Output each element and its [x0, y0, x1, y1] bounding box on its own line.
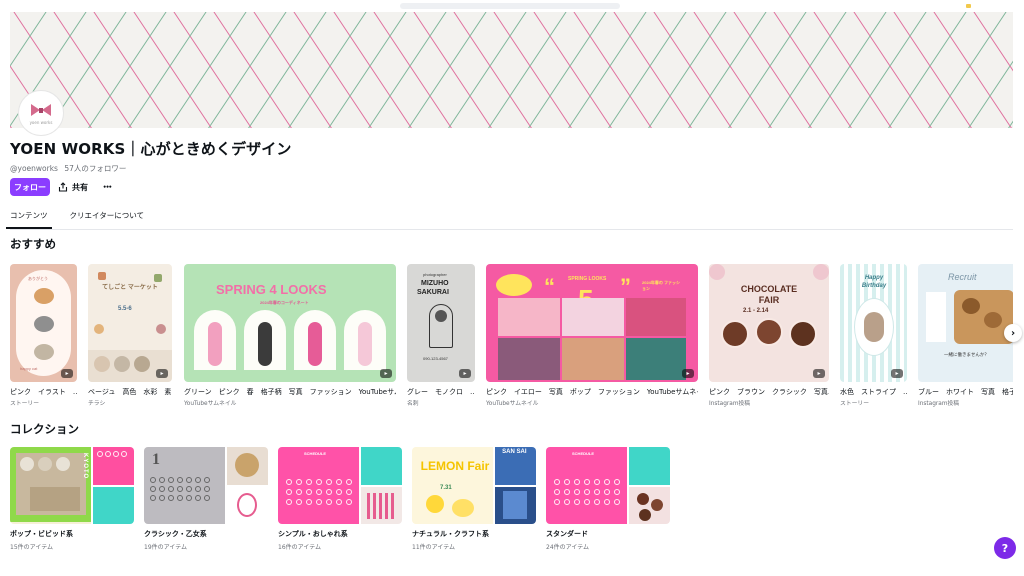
card-label[interactable]: グリーン ピンク 春 格子柄 写真 ファッション YouTubeサム…	[184, 387, 396, 397]
collection-art-text: 1	[152, 451, 160, 468]
card-art-text: 2024年春の ファッション	[642, 280, 681, 291]
collection-art-text: SAN SAI	[502, 449, 527, 455]
recommended-title: おすすめ	[10, 237, 56, 251]
card-art-text: 090-123-4567	[423, 356, 448, 361]
template-card[interactable]: Happy Birthday ▸	[840, 264, 907, 382]
profile-meta: @yoenworks 57人のフォロワー	[10, 163, 130, 174]
collection-art-text: SCHEDULE	[304, 451, 327, 456]
card-label[interactable]: ベージュ 高色 水彩 素…	[88, 387, 172, 397]
profile-banner	[10, 12, 1013, 128]
quote-open-icon: “	[544, 274, 555, 299]
card-art-text: CHOCOLATE FAIR	[740, 284, 798, 305]
card-art-text: SAKURAI	[417, 289, 449, 296]
follower-count[interactable]: 57人のフォロワー	[64, 164, 126, 173]
card-art-text: SPRING LOOKS	[568, 276, 607, 282]
card-art-text: Happy Birthday	[861, 275, 887, 289]
collection-card[interactable]: SCHEDULE	[278, 447, 402, 524]
card-art-text: MIZUHO	[421, 280, 449, 287]
card-art-text: happy cat	[20, 366, 38, 371]
template-card[interactable]: SPRING 4 LOOKS 2024年春のコーディネート ▸	[184, 264, 396, 382]
tab-about-creator[interactable]: クリエイターについて	[70, 209, 144, 229]
more-icon: •••	[102, 183, 112, 191]
template-card[interactable]: SPRING LOOKS 5 “ ” 2024年春の ファッション ▸	[486, 264, 698, 382]
share-button[interactable]: 共有	[58, 178, 88, 196]
collection-label[interactable]: ナチュラル・クラフト系	[412, 529, 489, 539]
collection-card[interactable]: KYOTO	[10, 447, 134, 524]
card-type: YouTubeサムネイル	[184, 401, 237, 407]
video-badge-icon: ▸	[61, 369, 73, 378]
template-card[interactable]: Recruit 一緒に働きませんか？	[918, 264, 1013, 382]
card-art-text: SPRING 4 LOOKS	[216, 282, 327, 297]
collections-title: コレクション	[10, 422, 79, 436]
collection-art-text: LEMON Fair	[420, 459, 490, 473]
card-type: YouTubeサムネイル	[486, 401, 539, 407]
card-art-text: 5.5-6	[118, 306, 132, 312]
topbar-indicator	[966, 4, 971, 8]
collection-art-text: 7.31	[440, 485, 452, 491]
template-card[interactable]: ありがとう happy cat ▸	[10, 264, 77, 382]
card-art-text: Recruit	[948, 272, 977, 282]
topbar-pill	[400, 3, 620, 9]
collection-art-text: SCHEDULE	[572, 451, 595, 456]
card-art-text: photographer	[423, 272, 447, 277]
collection-count: 11件のアイテム	[412, 544, 456, 551]
profile-handle: @yoenworks	[10, 164, 58, 173]
card-type: 名刺	[407, 401, 419, 407]
follow-button[interactable]: フォロー	[10, 178, 50, 196]
card-label[interactable]: ブルー ホワイト 写真 格子柄	[918, 387, 1013, 397]
collection-card[interactable]: SCHEDULE	[546, 447, 670, 524]
collection-count: 16件のアイテム	[278, 544, 322, 551]
tab-content[interactable]: コンテンツ	[6, 209, 51, 229]
card-type: ストーリー	[10, 401, 39, 407]
profile-tabs: コンテンツ クリエイターについて	[6, 209, 144, 229]
share-icon	[58, 182, 68, 192]
help-icon: ?	[1001, 541, 1009, 555]
card-type: Instagram投稿	[918, 401, 960, 407]
collection-label[interactable]: ポップ・ビビッド系	[10, 529, 73, 539]
template-card[interactable]: CHOCOLATE FAIR 2.1 - 2.14 ▸	[709, 264, 829, 382]
collection-count: 15件のアイテム	[10, 544, 54, 551]
template-card[interactable]: てしごと マーケット 5.5-6 ▸	[88, 264, 172, 382]
template-card[interactable]: photographer MIZUHO SAKURAI 090-123-4567…	[407, 264, 475, 382]
more-button[interactable]: •••	[100, 178, 114, 196]
collection-label[interactable]: シンプル・おしゃれ系	[278, 529, 348, 539]
card-label[interactable]: ピンク ブラウン クラシック 写真…	[709, 387, 829, 397]
card-label[interactable]: グレー モノクロ …	[407, 387, 475, 397]
video-badge-icon: ▸	[891, 369, 903, 378]
card-label[interactable]: ピンク イラスト …	[10, 387, 77, 397]
avatar[interactable]: yoen works	[18, 90, 64, 136]
card-type: Instagram投稿	[709, 401, 751, 407]
card-art-text: 2024年春のコーディネート	[260, 300, 309, 305]
collection-count: 19件のアイテム	[144, 544, 188, 551]
collection-art-text: KYOTO	[82, 453, 88, 480]
chevron-right-icon: ›	[1010, 327, 1016, 339]
quote-close-icon: ”	[620, 274, 631, 299]
avatar-text: yoen works	[29, 119, 53, 125]
tabs-divider	[10, 229, 1013, 230]
share-label: 共有	[72, 182, 88, 192]
card-art-text: 2.1 - 2.14	[743, 308, 769, 314]
help-button[interactable]: ?	[994, 537, 1016, 559]
video-badge-icon: ▸	[156, 369, 168, 378]
card-type: チラシ	[88, 401, 106, 407]
card-art-text: 一緒に働きませんか？	[944, 352, 989, 357]
video-badge-icon: ▸	[813, 369, 825, 378]
collection-card[interactable]: 1	[144, 447, 268, 524]
collection-count: 24件のアイテム	[546, 544, 590, 551]
card-art-text: てしごと マーケット	[102, 285, 158, 291]
profile-name: YOEN WORKS｜心がときめくデザイン	[10, 140, 292, 158]
video-badge-icon: ▸	[682, 369, 694, 378]
carousel-next-button[interactable]: ›	[1004, 324, 1022, 342]
card-label[interactable]: ピンク イエロー 写真 ポップ ファッション YouTubeサムネイル	[486, 387, 698, 397]
browser-topbar	[0, 0, 1024, 12]
card-art-text: ありがとう	[28, 276, 48, 281]
video-badge-icon: ▸	[380, 369, 392, 378]
card-type: ストーリー	[840, 401, 869, 407]
card-label[interactable]: 水色 ストライプ …	[840, 387, 907, 397]
collection-card[interactable]: LEMON Fair 7.31 SAN SAI	[412, 447, 536, 524]
collection-label[interactable]: スタンダード	[546, 529, 588, 539]
collection-label[interactable]: クラシック・乙女系	[144, 529, 207, 539]
video-badge-icon: ▸	[459, 369, 471, 378]
